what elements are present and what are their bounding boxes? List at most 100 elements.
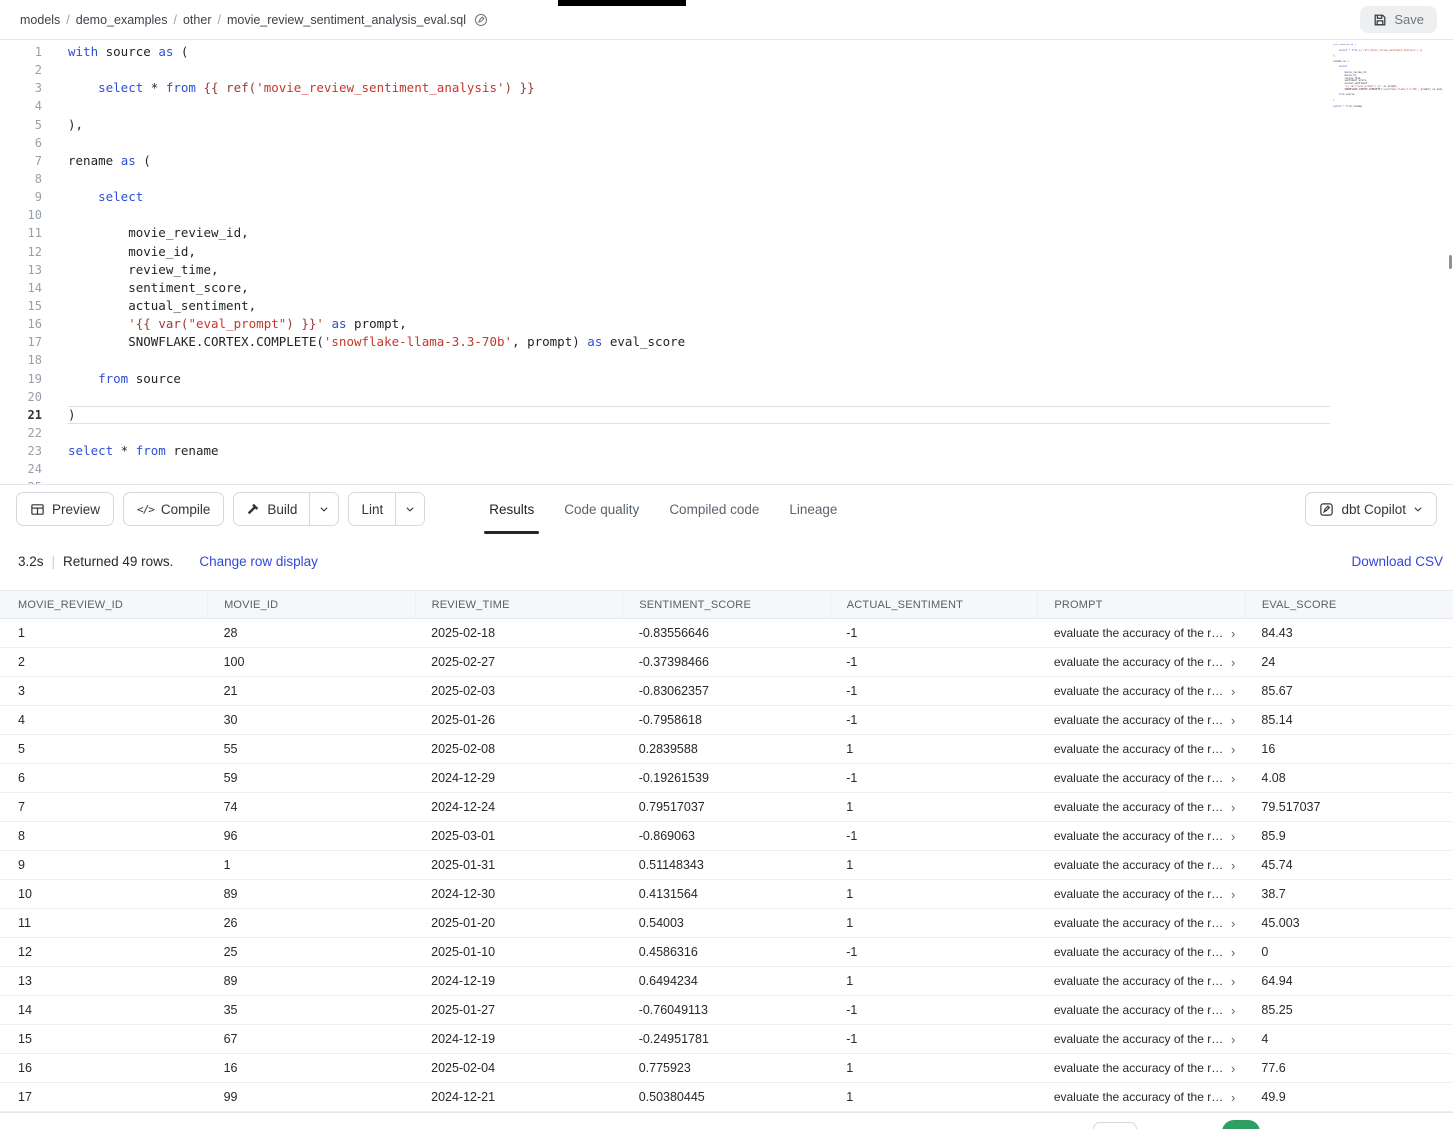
- code-area[interactable]: with source as ( select * from {{ ref('m…: [68, 43, 1437, 484]
- code-line[interactable]: select * from {{ ref('movie_review_senti…: [68, 79, 1330, 97]
- code-line[interactable]: [68, 478, 1330, 484]
- code-line[interactable]: review_time,: [68, 261, 1330, 279]
- cell: 85.67: [1245, 677, 1453, 706]
- code-line[interactable]: [68, 61, 1330, 79]
- code-token: "eval_prompt": [188, 316, 286, 331]
- tab-compiled-code[interactable]: Compiled code: [654, 485, 774, 534]
- cell: -1: [830, 996, 1038, 1025]
- code-line[interactable]: movie_id,: [68, 243, 1330, 261]
- expand-cell-chevron-icon[interactable]: ›: [1231, 772, 1235, 785]
- code-line[interactable]: [68, 134, 1330, 152]
- expand-cell-chevron-icon[interactable]: ›: [1231, 946, 1235, 959]
- code-line[interactable]: SNOWFLAKE.CORTEX.COMPLETE('snowflake-lla…: [68, 333, 1330, 351]
- code-editor[interactable]: 1234567891011121314151617181920212223242…: [0, 40, 1453, 484]
- code-line[interactable]: movie_review_id,: [68, 224, 1330, 242]
- code-token: [68, 80, 98, 95]
- preview-button[interactable]: Preview: [16, 492, 114, 526]
- code-token: ) }}: [1417, 49, 1423, 52]
- code-line[interactable]: [68, 388, 1330, 406]
- breadcrumb-item[interactable]: demo_examples: [76, 13, 168, 27]
- expand-cell-chevron-icon[interactable]: ›: [1231, 627, 1235, 640]
- breadcrumb-item[interactable]: movie_review_sentiment_analysis_eval.sql: [227, 13, 466, 27]
- minimap[interactable]: with source as ( select * from {{ ref('m…: [1333, 44, 1443, 114]
- build-button[interactable]: Build: [234, 493, 309, 525]
- breadcrumb-separator: /: [66, 13, 69, 27]
- prompt-text: evaluate the accuracy of the res...: [1054, 742, 1225, 756]
- partial-bottom-button[interactable]: [1093, 1122, 1137, 1129]
- tab-code-quality[interactable]: Code quality: [549, 485, 654, 534]
- cell: 89: [208, 967, 416, 996]
- save-button[interactable]: Save: [1360, 6, 1437, 33]
- code-line[interactable]: [68, 351, 1330, 369]
- code-line[interactable]: select: [68, 188, 1330, 206]
- expand-cell-chevron-icon[interactable]: ›: [1231, 801, 1235, 814]
- cell: 9: [0, 851, 208, 880]
- code-line[interactable]: [68, 97, 1330, 115]
- code-token: 'snowflake-llama-3.3-70b': [324, 334, 512, 349]
- expand-cell-chevron-icon[interactable]: ›: [1231, 1004, 1235, 1017]
- code-line[interactable]: select * from rename: [68, 442, 1330, 460]
- expand-cell-chevron-icon[interactable]: ›: [1231, 685, 1235, 698]
- change-row-display-link[interactable]: Change row display: [199, 554, 318, 569]
- expand-cell-chevron-icon[interactable]: ›: [1231, 917, 1235, 930]
- expand-cell-chevron-icon[interactable]: ›: [1231, 859, 1235, 872]
- code-line[interactable]: rename as (: [68, 152, 1330, 170]
- edit-circle-icon[interactable]: [474, 13, 488, 27]
- expand-cell-chevron-icon[interactable]: ›: [1231, 743, 1235, 756]
- cell: 64.94: [1245, 967, 1453, 996]
- cell: 21: [208, 677, 416, 706]
- code-token: ): [68, 407, 76, 422]
- expand-cell-chevron-icon[interactable]: ›: [1231, 888, 1235, 901]
- prompt-text: evaluate the accuracy of the res...: [1054, 626, 1225, 640]
- code-token: [68, 316, 128, 331]
- code-line[interactable]: [68, 170, 1330, 188]
- code-line[interactable]: ),: [68, 116, 1330, 134]
- code-line[interactable]: [68, 206, 1330, 224]
- code-line[interactable]: ): [68, 406, 1330, 424]
- code-token: movie_review_id,: [68, 225, 249, 240]
- code-line[interactable]: with source as (: [68, 43, 1330, 61]
- dbt-copilot-button[interactable]: dbt Copilot: [1305, 492, 1437, 526]
- breadcrumb-item[interactable]: models: [20, 13, 60, 27]
- prompt-text: evaluate the accuracy of the res...: [1054, 771, 1225, 785]
- compile-button[interactable]: </> Compile: [123, 492, 224, 526]
- lint-dropdown-button[interactable]: [395, 493, 424, 525]
- status-separator: |: [52, 554, 56, 569]
- cell: 55: [208, 735, 416, 764]
- expand-cell-chevron-icon[interactable]: ›: [1231, 1091, 1235, 1104]
- expand-cell-chevron-icon[interactable]: ›: [1231, 830, 1235, 843]
- breadcrumb-item[interactable]: other: [183, 13, 212, 27]
- cell: -0.869063: [623, 822, 831, 851]
- cell: 2025-02-04: [415, 1054, 623, 1083]
- expand-cell-chevron-icon[interactable]: ›: [1231, 1062, 1235, 1075]
- lint-button[interactable]: Lint: [349, 493, 395, 525]
- expand-cell-chevron-icon[interactable]: ›: [1231, 714, 1235, 727]
- expand-cell-chevron-icon[interactable]: ›: [1231, 975, 1235, 988]
- download-csv-link[interactable]: Download CSV: [1351, 554, 1445, 569]
- save-icon: [1373, 13, 1387, 27]
- expand-cell-chevron-icon[interactable]: ›: [1231, 656, 1235, 669]
- cell: 2024-12-30: [415, 880, 623, 909]
- code-line[interactable]: [68, 424, 1330, 442]
- cell: 85.25: [1245, 996, 1453, 1025]
- column-header: MOVIE_REVIEW_ID: [0, 591, 208, 619]
- expand-cell-chevron-icon[interactable]: ›: [1231, 1033, 1235, 1046]
- tab-results[interactable]: Results: [474, 485, 549, 534]
- build-dropdown-button[interactable]: [309, 493, 338, 525]
- cell: 5: [0, 735, 208, 764]
- breadcrumb-separator: /: [174, 13, 177, 27]
- code-token: source: [1339, 44, 1351, 46]
- code-line[interactable]: '{{ var("eval_prompt") }}' as prompt,: [68, 315, 1330, 333]
- code-line[interactable]: sentiment_score,: [68, 279, 1330, 297]
- code-line[interactable]: [68, 460, 1330, 478]
- partial-green-badge[interactable]: [1222, 1120, 1260, 1129]
- prompt-text: evaluate the accuracy of the res...: [1054, 829, 1225, 843]
- code-line[interactable]: from source: [68, 370, 1330, 388]
- cell: 2025-01-26: [415, 706, 623, 735]
- editor-scrollbar[interactable]: [1447, 40, 1452, 484]
- code-token: ),: [68, 117, 83, 132]
- code-line[interactable]: actual_sentiment,: [68, 297, 1330, 315]
- cell: 45.74: [1245, 851, 1453, 880]
- tab-lineage[interactable]: Lineage: [774, 485, 852, 534]
- editor-scrollbar-thumb[interactable]: [1449, 255, 1452, 269]
